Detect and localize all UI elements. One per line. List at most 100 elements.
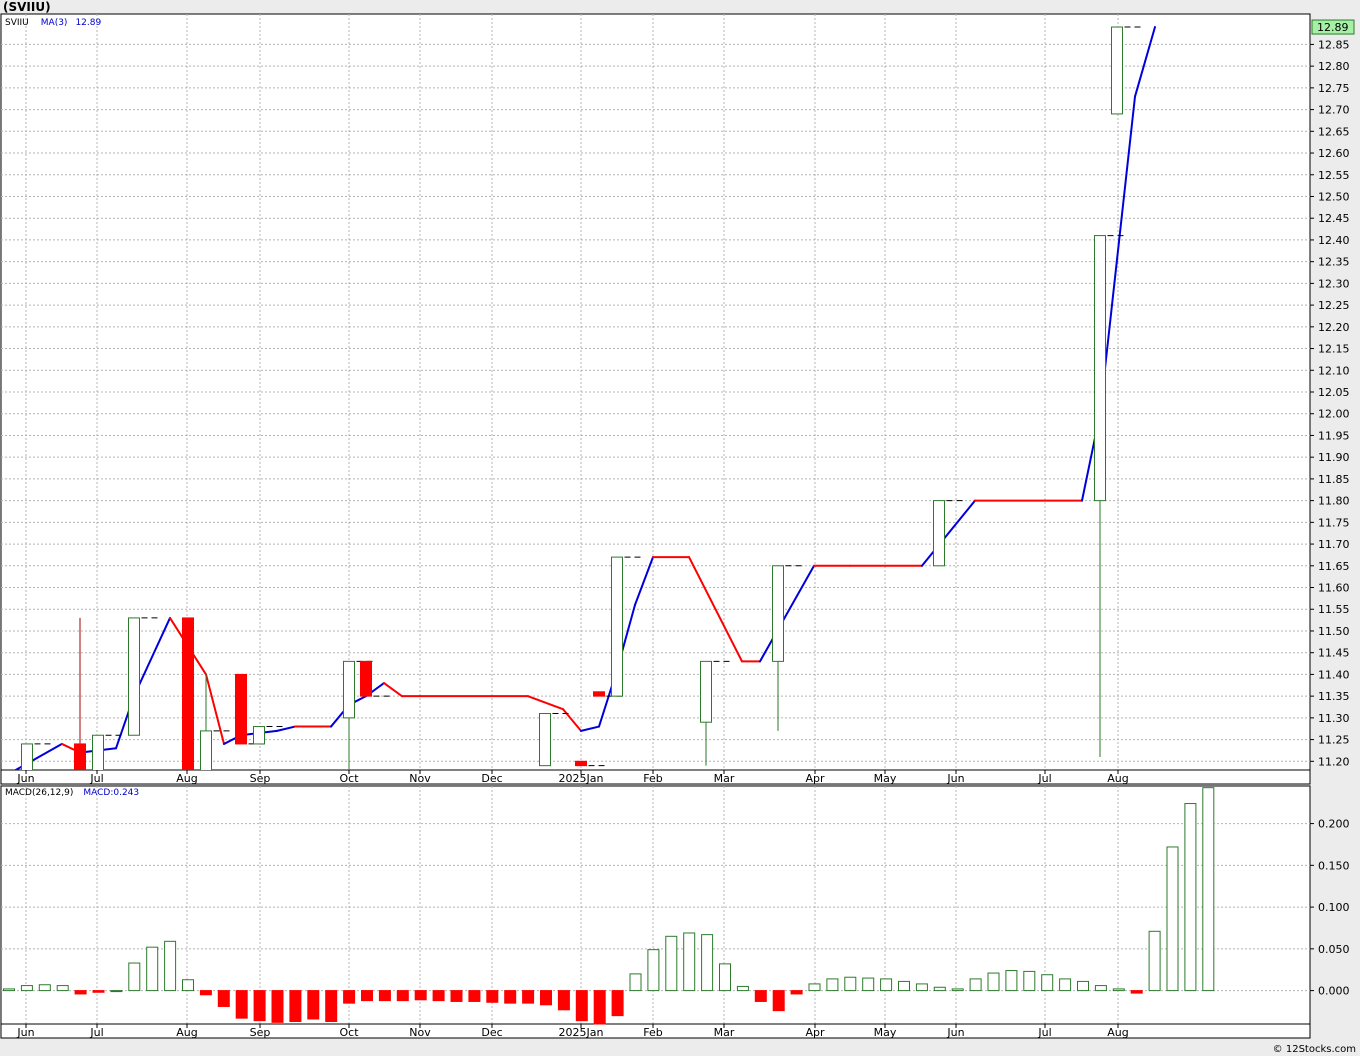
price-y-tick-label: 11.80	[1318, 495, 1350, 508]
macd-bar-negative	[235, 990, 248, 1019]
macd-bar-negative	[754, 990, 767, 1002]
macd-x-tick-label: Aug	[1107, 1026, 1128, 1039]
candle-up	[1094, 235, 1106, 502]
price-y-tick-label: 12.30	[1318, 277, 1350, 290]
macd-bar-negative	[92, 990, 105, 993]
macd-bar-positive	[56, 985, 69, 992]
macd-bar-negative	[289, 990, 302, 1022]
macd-bar-negative	[307, 990, 320, 1020]
macd-bar-negative	[271, 990, 284, 1023]
macd-bar-positive	[1077, 980, 1089, 992]
macd-bar-positive	[880, 978, 893, 992]
price-y-tick-label: 11.85	[1318, 473, 1350, 486]
price-y-tick-label: 12.55	[1318, 169, 1350, 182]
macd-x-tick-label: Jul	[1037, 1026, 1051, 1039]
macd-label: MACD(26,12,9)	[5, 788, 73, 798]
candle-down	[575, 760, 587, 767]
price-y-tick-label: 11.70	[1318, 538, 1350, 551]
macd-bar-positive	[182, 979, 194, 992]
price-x-tick-label: Aug	[1107, 772, 1128, 785]
last-price-label: 12.89	[1317, 21, 1349, 34]
macd-bar-positive	[1005, 970, 1018, 992]
macd-bar-negative	[378, 990, 391, 1002]
macd-bar-positive	[1112, 988, 1125, 992]
price-y-tick-label: 12.00	[1318, 408, 1350, 421]
macd-bar-positive	[146, 946, 159, 992]
candle-up	[611, 556, 623, 697]
macd-bar-negative	[790, 990, 803, 995]
price-x-tick-label: Nov	[409, 772, 431, 785]
macd-bar-positive	[665, 935, 678, 992]
macd-bar-positive	[736, 985, 749, 992]
price-x-tick-label: Feb	[643, 772, 662, 785]
price-x-tick-label: Jun	[16, 772, 34, 785]
macd-bar-positive	[3, 988, 15, 992]
macd-bar-positive	[1148, 930, 1161, 992]
macd-bar-negative	[468, 990, 481, 1002]
candle-up	[700, 660, 712, 723]
macd-bar-negative	[450, 990, 463, 1002]
price-x-tick-label: Apr	[805, 772, 825, 785]
candle-up	[539, 713, 551, 767]
candle-up	[1111, 26, 1123, 115]
price-y-tick-label: 12.50	[1318, 190, 1350, 203]
price-y-tick-label: 11.90	[1318, 451, 1350, 464]
price-y-tick-label: 12.35	[1318, 256, 1350, 269]
macd-bar-negative	[325, 990, 338, 1022]
macd-bar-negative	[486, 990, 499, 1003]
macd-x-tick-label: Sep	[250, 1026, 271, 1039]
price-x-tick-label: Jul	[89, 772, 103, 785]
stock-chart: Jun Jul Aug Sep Oct Nov Dec 2025Jan Feb Mar Apr May…	[0, 13, 1355, 1039]
price-y-tick-label: 12.45	[1318, 212, 1350, 225]
price-x-tick-label: Jul	[1037, 772, 1051, 785]
macd-bar-positive	[20, 985, 33, 992]
price-y-tick-label: 11.20	[1318, 755, 1350, 768]
macd-bar-positive	[862, 977, 875, 992]
macd-x-tick-label: Feb	[643, 1026, 662, 1039]
price-y-tick-label: 11.50	[1318, 625, 1350, 638]
price-y-tick-label: 11.75	[1318, 516, 1350, 529]
price-y-tick-label: 12.05	[1318, 386, 1350, 399]
ticker-label: SVIIU	[5, 18, 29, 28]
price-x-tick-label: Mar	[714, 772, 735, 785]
macd-bar-positive	[844, 976, 857, 992]
macd-bar-negative	[593, 990, 606, 1025]
macd-value-label: MACD:0.243	[83, 788, 139, 798]
macd-x-tick-label: Oct	[339, 1026, 359, 1039]
macd-bar-negative	[253, 990, 266, 1022]
candle-up	[343, 660, 355, 719]
price-y-tick-label: 12.25	[1318, 299, 1350, 312]
macd-x-tick-label: Mar	[714, 1026, 735, 1039]
price-y-tick-label: 12.80	[1318, 60, 1350, 73]
macd-x-tick-label: 2025Jan	[559, 1026, 604, 1039]
macd-y-tick-label: 0.100	[1318, 901, 1350, 914]
price-y-tick-label: 12.10	[1318, 364, 1350, 377]
price-y-tick-label: 11.25	[1318, 734, 1350, 747]
macd-bar-positive	[110, 990, 123, 993]
candle-up	[933, 500, 945, 567]
price-y-tick-label: 11.55	[1318, 603, 1350, 616]
ma-value: 12.89	[75, 18, 101, 28]
macd-bar-negative	[343, 990, 356, 1004]
price-y-tick-label: 12.40	[1318, 234, 1350, 247]
price-y-tick-label: 11.35	[1318, 690, 1350, 703]
candle-down	[182, 617, 194, 770]
macd-x-tick-label: Aug	[176, 1026, 197, 1039]
candle-up	[772, 565, 784, 662]
macd-x-tick-label: Nov	[409, 1026, 431, 1039]
price-y-tick-label: 11.60	[1318, 582, 1350, 595]
price-y-tick-label: 11.40	[1318, 668, 1350, 681]
site-credit: © 12Stocks.com	[1272, 1044, 1356, 1055]
candle-down	[74, 743, 86, 770]
price-y-tick-label: 12.65	[1318, 125, 1350, 138]
macd-y-tick-label: 0.150	[1318, 859, 1350, 872]
price-y-tick-label: 12.60	[1318, 147, 1350, 160]
macd-bar-positive	[826, 978, 839, 992]
price-x-tick-label: Aug	[176, 772, 197, 785]
macd-bar-positive	[969, 978, 982, 992]
macd-y-tick-label: 0.000	[1318, 985, 1350, 998]
macd-bar-negative	[522, 990, 535, 1004]
price-y-tick-label: 12.15	[1318, 343, 1350, 356]
macd-y-tick-label: 0.200	[1318, 818, 1350, 831]
price-x-tick-label: Jun	[946, 772, 964, 785]
